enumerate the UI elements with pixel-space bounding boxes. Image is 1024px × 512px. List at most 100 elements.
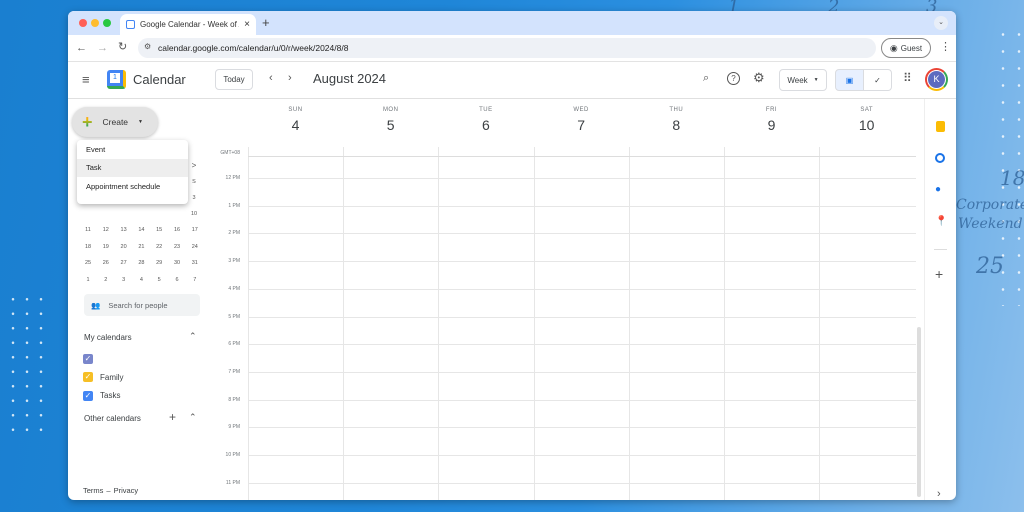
day-header[interactable]: WED 7 xyxy=(534,107,629,133)
add-calendar-icon[interactable]: + xyxy=(169,411,176,423)
mini-day[interactable]: 24 xyxy=(188,244,202,250)
day-number[interactable]: 10 xyxy=(819,117,914,133)
mini-day[interactable]: 15 xyxy=(152,227,166,233)
day-header[interactable]: THU 8 xyxy=(629,107,724,133)
new-tab-button[interactable]: + xyxy=(262,16,270,29)
day-number[interactable]: 6 xyxy=(438,117,533,133)
reload-icon[interactable]: ↻ xyxy=(118,42,127,53)
hour-line[interactable] xyxy=(248,482,916,484)
mini-day[interactable]: 10 xyxy=(187,211,201,217)
mini-day[interactable]: 7 xyxy=(188,277,202,283)
calendar-checkbox[interactable]: ✓ xyxy=(83,354,93,364)
today-button[interactable]: Today xyxy=(215,69,253,90)
search-people-input[interactable]: 👥 Search for people xyxy=(84,294,200,316)
mini-day[interactable]: 11 xyxy=(81,227,95,233)
mini-day[interactable]: 26 xyxy=(99,260,113,266)
tasks-icon[interactable] xyxy=(935,153,945,163)
profile-button[interactable]: ◉ Guest xyxy=(881,38,931,58)
day-header[interactable]: SAT 10 xyxy=(819,107,914,133)
day-header[interactable]: FRI 9 xyxy=(724,107,819,133)
help-icon[interactable]: ? xyxy=(727,72,740,85)
mini-day[interactable]: 25 xyxy=(81,260,95,266)
search-icon[interactable]: ⌕ xyxy=(703,73,709,84)
hour-line[interactable] xyxy=(248,455,916,456)
mini-day[interactable]: 21 xyxy=(134,244,148,250)
get-addons-icon[interactable]: + xyxy=(935,267,943,281)
contacts-icon[interactable]: ● xyxy=(935,185,941,195)
avatar[interactable]: K xyxy=(925,68,948,91)
settings-gear-icon[interactable]: ⚙ xyxy=(753,71,765,84)
tasks-view-toggle[interactable]: ✓ xyxy=(863,69,892,91)
keep-icon[interactable] xyxy=(936,121,945,132)
mini-day[interactable]: 19 xyxy=(99,244,113,250)
previous-week-icon[interactable]: ‹ xyxy=(269,73,273,84)
terms-link[interactable]: Terms xyxy=(83,486,103,495)
mini-day[interactable]: 17 xyxy=(188,227,202,233)
back-icon[interactable]: ← xyxy=(76,43,87,54)
main-menu-icon[interactable]: ≡ xyxy=(82,73,90,86)
calendar-view-toggle[interactable]: ▣ xyxy=(835,69,864,91)
hour-line[interactable] xyxy=(248,427,916,429)
hour-line[interactable] xyxy=(248,261,916,263)
mini-day[interactable]: 23 xyxy=(170,244,184,250)
menu-item-task[interactable]: Task xyxy=(77,158,188,177)
day-number[interactable]: 8 xyxy=(629,117,724,133)
site-settings-icon[interactable]: ⚙ xyxy=(144,43,151,51)
mini-day[interactable]: 14 xyxy=(134,227,148,233)
view-select[interactable]: Week ▼ xyxy=(779,69,827,91)
menu-item-appointment-schedule[interactable]: Appointment schedule xyxy=(77,177,188,196)
other-calendars-heading[interactable]: Other calendars xyxy=(84,414,141,423)
browser-tab[interactable]: Google Calendar - Week of A × xyxy=(120,14,256,35)
collapse-icon[interactable]: ⌃ xyxy=(189,332,197,341)
mini-next-month[interactable]: > xyxy=(187,161,201,170)
tasks-checkbox[interactable]: ✓ xyxy=(83,391,93,401)
mini-day[interactable]: 18 xyxy=(81,244,95,250)
apps-grid-icon[interactable]: ⠿ xyxy=(903,72,912,84)
close-window-button[interactable] xyxy=(79,19,87,27)
mini-day[interactable]: 3 xyxy=(187,195,201,201)
mini-day[interactable]: 1 xyxy=(81,277,95,283)
forward-icon[interactable]: → xyxy=(97,43,108,54)
hour-line[interactable] xyxy=(248,371,916,373)
mini-day[interactable]: 31 xyxy=(188,260,202,266)
menu-item-event[interactable]: Event xyxy=(77,140,188,159)
next-week-icon[interactable]: › xyxy=(288,73,292,84)
mini-day[interactable]: 4 xyxy=(134,277,148,283)
day-number[interactable]: 7 xyxy=(534,117,629,133)
mini-day[interactable]: 3 xyxy=(117,277,131,283)
hour-line[interactable] xyxy=(248,344,916,346)
privacy-link[interactable]: Privacy xyxy=(114,486,139,495)
maps-icon[interactable]: 📍 xyxy=(935,217,947,227)
day-number[interactable]: 4 xyxy=(248,117,343,133)
hour-line[interactable] xyxy=(248,205,916,207)
mini-day[interactable]: 5 xyxy=(152,277,166,283)
hour-line[interactable] xyxy=(248,233,916,235)
scrollbar[interactable] xyxy=(917,327,921,497)
mini-day[interactable]: 20 xyxy=(117,244,131,250)
mini-day[interactable]: 29 xyxy=(152,260,166,266)
tab-search-chevron-icon[interactable]: ⌄ xyxy=(934,16,948,30)
hour-line[interactable] xyxy=(248,288,916,290)
maximize-window-button[interactable] xyxy=(103,19,111,27)
hour-line[interactable] xyxy=(248,399,916,401)
close-tab-icon[interactable]: × xyxy=(244,19,256,30)
mini-day[interactable]: 30 xyxy=(170,260,184,266)
collapse-icon[interactable]: ⌃ xyxy=(189,413,197,422)
mini-day[interactable]: 22 xyxy=(152,244,166,250)
day-number[interactable]: 9 xyxy=(724,117,819,133)
day-header[interactable]: SUN 4 xyxy=(248,107,343,133)
mini-day[interactable]: 27 xyxy=(117,260,131,266)
hour-line[interactable] xyxy=(248,316,916,318)
my-calendars-heading[interactable]: My calendars xyxy=(84,333,132,342)
day-header[interactable]: MON 5 xyxy=(343,107,438,133)
create-button[interactable]: + Create ▼ xyxy=(72,107,158,137)
mini-day[interactable]: 16 xyxy=(170,227,184,233)
day-header[interactable]: TUE 6 xyxy=(438,107,533,133)
browser-menu-icon[interactable]: ⋮ xyxy=(940,42,951,53)
mini-day[interactable]: 13 xyxy=(117,227,131,233)
hour-line[interactable] xyxy=(248,178,916,179)
family-checkbox[interactable]: ✓ xyxy=(83,372,93,382)
day-number[interactable]: 5 xyxy=(343,117,438,133)
url-field[interactable]: ⚙ calendar.google.com/calendar/u/0/r/wee… xyxy=(138,38,876,58)
mini-day[interactable]: 28 xyxy=(134,260,148,266)
